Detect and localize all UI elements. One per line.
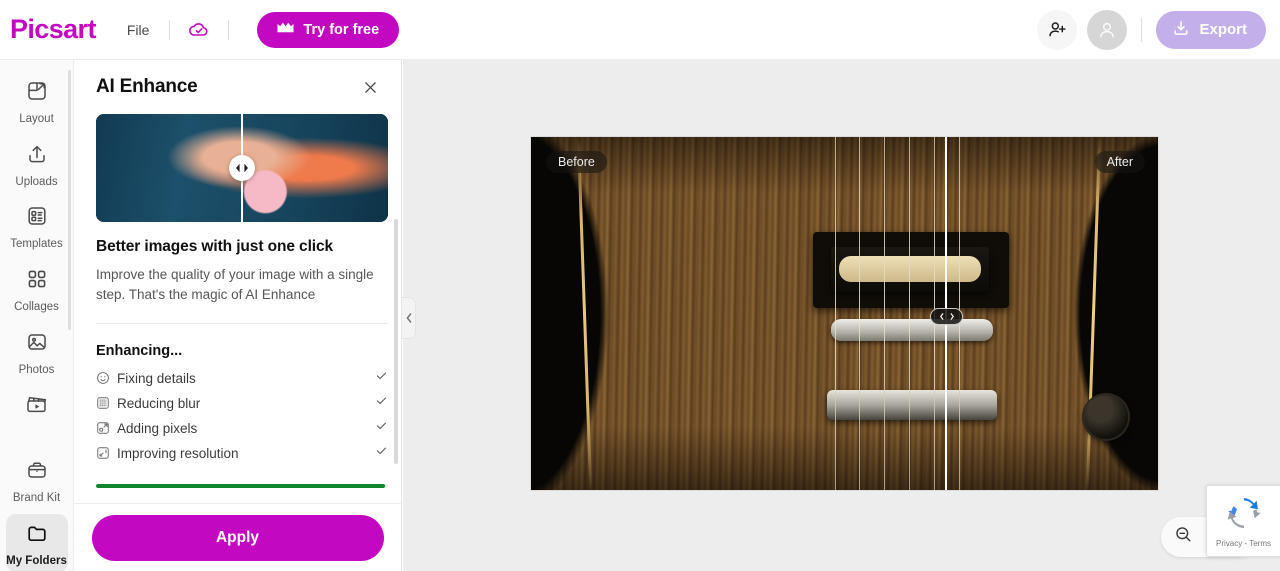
cloud-check-icon[interactable]	[184, 15, 214, 45]
left-right-arrows-icon	[236, 163, 248, 173]
sidebar-label: Collages	[14, 300, 59, 313]
sidebar-label: Layout	[19, 113, 54, 125]
panel-header: AI Enhance	[74, 60, 401, 114]
apply-button[interactable]: Apply	[91, 514, 384, 561]
task-row: Fixing details	[96, 367, 388, 390]
sidebar-label: Uploads	[15, 175, 58, 188]
enhancing-task-list: Fixing details Reducing blur Adding pixe…	[96, 367, 388, 465]
task-row: Reducing blur	[96, 392, 388, 415]
file-menu[interactable]: File	[121, 16, 156, 44]
sidebar-item-brand-kit[interactable]: Brand Kit	[6, 451, 68, 510]
checkmark-icon	[375, 394, 388, 412]
chevron-left-icon	[406, 313, 411, 323]
canvas-image[interactable]: Before After	[531, 137, 1158, 490]
header-divider-2	[228, 19, 230, 40]
sidebar-label: Photos	[18, 363, 55, 376]
recaptcha-icon	[1226, 495, 1262, 536]
panel-divider	[96, 322, 388, 324]
logo-text: Picsart	[10, 14, 96, 44]
before-after-preview[interactable]	[96, 114, 388, 222]
sidebar-item-layout[interactable]: Layout	[6, 72, 68, 131]
header-divider-3	[1141, 17, 1143, 42]
crown-icon	[277, 21, 294, 38]
enhance-progress-fill	[96, 483, 386, 488]
panel-body: Better images with just one click Improv…	[74, 114, 401, 503]
header-right-group: Export	[1037, 9, 1280, 50]
checkmark-icon	[375, 369, 388, 387]
resolution-corner-icon	[96, 446, 113, 460]
user-avatar-icon[interactable]	[1087, 9, 1128, 50]
sidebar-scrollbar[interactable]	[68, 70, 71, 330]
panel-title: AI Enhance	[96, 76, 198, 97]
comparison-slider-handle[interactable]	[930, 308, 963, 325]
panel-collapse-toggle[interactable]	[402, 297, 416, 339]
sidebar-label: My Folders	[6, 554, 67, 567]
sidebar-item-collages[interactable]: Collages	[6, 260, 68, 319]
task-label: Fixing details	[117, 370, 196, 386]
templates-icon	[25, 204, 49, 233]
close-icon[interactable]	[357, 74, 383, 100]
app-header: Picsart File Try for free Export	[0, 0, 1280, 60]
export-label: Export	[1199, 21, 1247, 38]
panel-heading: Better images with just one click	[96, 238, 334, 255]
try-for-free-button[interactable]: Try for free	[257, 11, 400, 48]
enhancing-status-title: Enhancing...	[96, 342, 183, 359]
layout-icon	[25, 79, 49, 108]
preview-after-half	[96, 114, 388, 222]
sidebar-item-templates[interactable]: Templates	[6, 197, 68, 256]
sidebar-label: Brand Kit	[12, 492, 61, 505]
task-row: Adding pixels	[96, 417, 388, 440]
expand-arrow-icon	[96, 421, 113, 435]
download-icon	[1171, 18, 1191, 42]
task-label: Reducing blur	[117, 395, 201, 411]
after-badge: After	[1094, 151, 1145, 173]
checkmark-icon	[375, 419, 388, 437]
picsart-logo[interactable]: Picsart	[10, 16, 96, 43]
ai-enhance-panel: AI Enhance Better images with just one c…	[74, 60, 402, 571]
panel-footer: Apply	[74, 503, 401, 571]
add-person-icon[interactable]	[1037, 9, 1078, 50]
noise-grid-icon	[96, 396, 113, 410]
left-right-chevrons-icon	[939, 313, 954, 320]
video-clapper-icon	[24, 392, 50, 421]
briefcase-icon	[25, 458, 49, 487]
smiley-face-icon	[96, 371, 113, 385]
header-divider-1	[169, 19, 171, 40]
panel-scrollbar[interactable]	[394, 219, 398, 464]
collages-icon	[25, 267, 49, 296]
before-badge: Before	[546, 151, 607, 173]
folder-icon	[25, 521, 49, 550]
editor-canvas[interactable]: Before After 100%	[403, 60, 1280, 571]
enhance-progress-bar	[96, 483, 388, 488]
preview-slider-handle[interactable]	[229, 155, 255, 181]
checkmark-icon	[375, 444, 388, 462]
upload-icon	[25, 142, 49, 171]
sidebar-item-photos[interactable]: Photos	[6, 323, 68, 382]
task-label: Adding pixels	[117, 420, 198, 436]
photos-icon	[25, 330, 49, 359]
try-for-free-label: Try for free	[303, 21, 380, 38]
guitar-control-knob	[1084, 395, 1128, 439]
left-sidebar: Layout Uploads Templates Collages Photos…	[0, 60, 74, 571]
sidebar-item-my-folders[interactable]: My Folders	[5, 513, 68, 571]
task-label: Improving resolution	[117, 445, 239, 461]
task-row: Improving resolution	[96, 442, 388, 465]
recaptcha-text: Privacy - Terms	[1216, 538, 1271, 548]
export-button[interactable]: Export	[1156, 10, 1266, 49]
sidebar-item-uploads[interactable]: Uploads	[6, 135, 68, 194]
zoom-out-icon[interactable]	[1173, 524, 1194, 550]
panel-description: Improve the quality of your image with a…	[96, 267, 374, 302]
recaptcha-badge[interactable]: Privacy - Terms	[1206, 485, 1280, 557]
picsart-editor: Picsart File Try for free Export Layout …	[0, 0, 1280, 571]
sidebar-label: Templates	[10, 238, 63, 251]
sidebar-item-video[interactable]	[6, 385, 68, 431]
